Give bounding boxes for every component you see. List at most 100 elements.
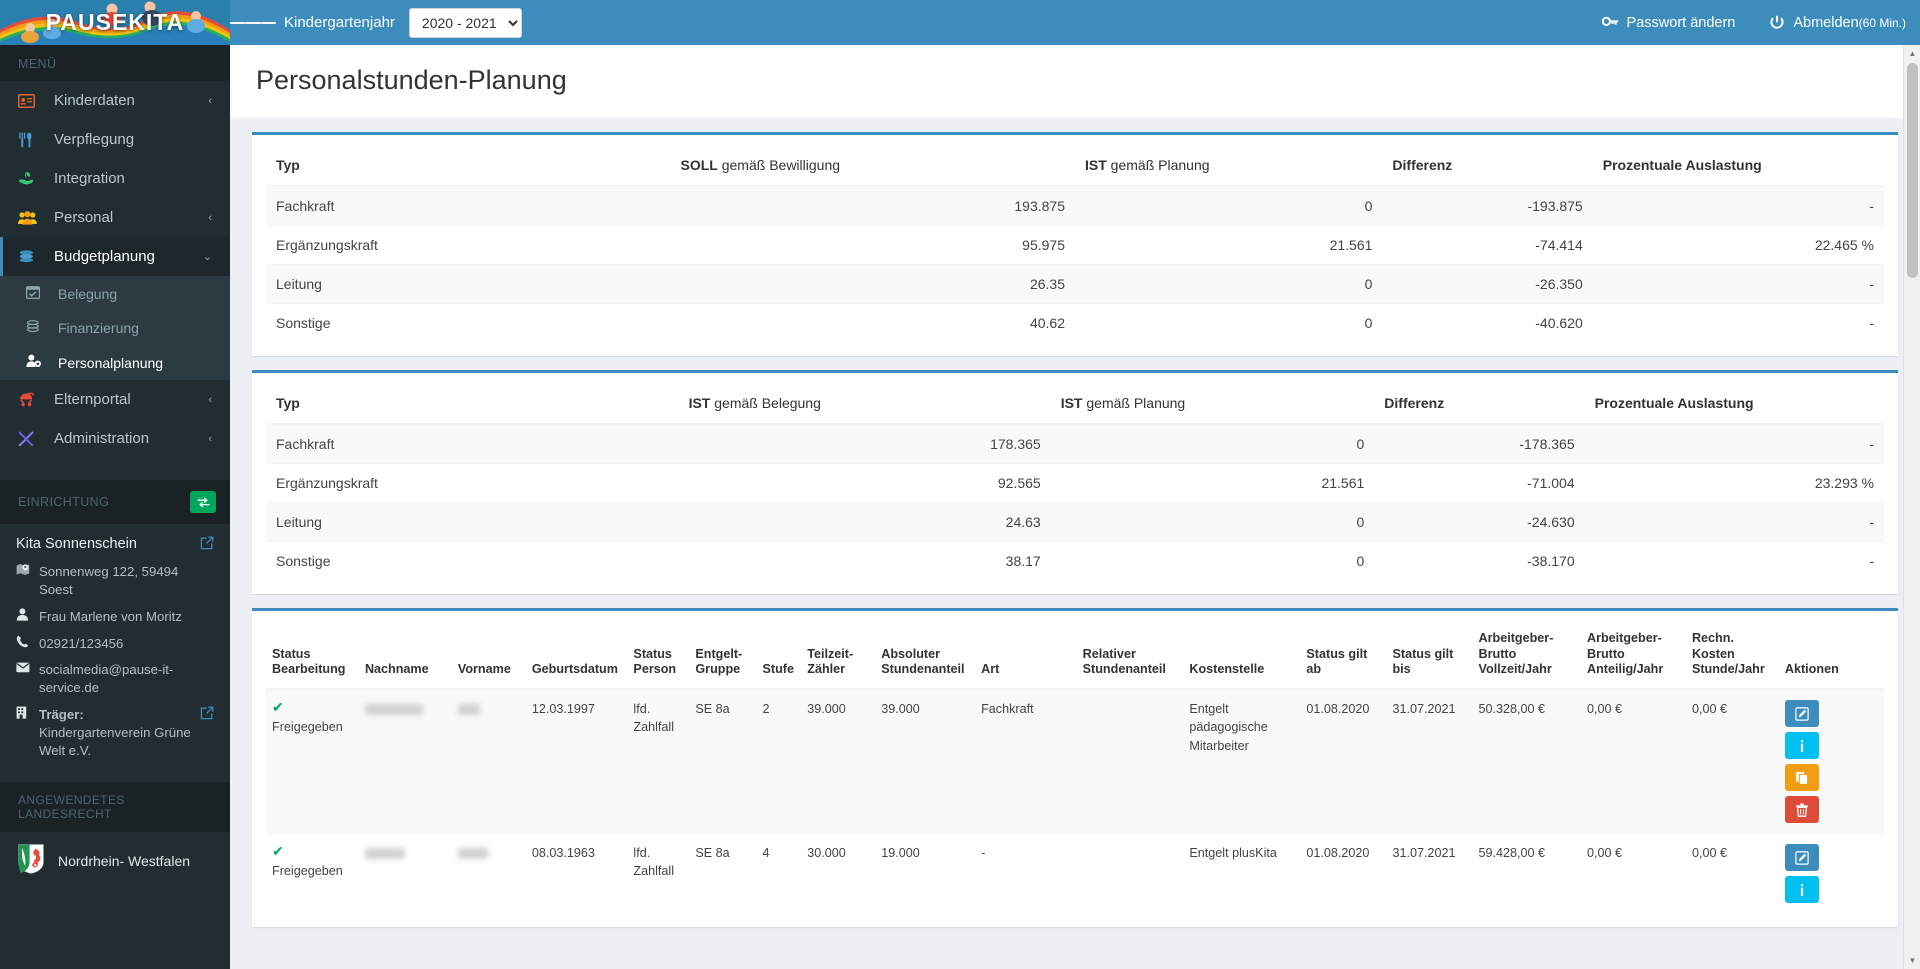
- cutlery-icon: [18, 132, 42, 148]
- table-row: Ergänzungskraft 92.565 21.561 -71.004 23…: [266, 464, 1884, 503]
- cell-status-bearbeitung: ✔ Freigegeben: [266, 689, 359, 834]
- cell-prozent: 23.293 %: [1585, 464, 1884, 503]
- scrollbar-thumb[interactable]: [1907, 63, 1918, 278]
- facility-address: Sonnenweg 122, 59494 Soest: [39, 563, 214, 599]
- col-status-gilt-bis: Status gilt bis: [1386, 621, 1472, 689]
- cell-vorname: [452, 834, 526, 914]
- facility-provider-name: Kindergartenverein Grüne Welt e.V.: [39, 725, 191, 758]
- provider-edit-link-icon[interactable]: [200, 706, 214, 725]
- cell-prozent: -: [1593, 186, 1884, 226]
- facility-provider-label: Träger:: [39, 707, 84, 722]
- kindergarten-year-select[interactable]: 2020 - 2021: [409, 8, 522, 38]
- map-marker-icon: [16, 563, 34, 581]
- table-row: ✔ Freigegeben 08.03.1963 lfd. Zahlfall S…: [266, 834, 1884, 914]
- redacted-value: [458, 848, 488, 859]
- facility-contact-row: Frau Marlene von Moritz: [16, 608, 214, 626]
- panel-bewilligung: Typ SOLL gemäß Bewilligung IST gemäß Pla…: [252, 132, 1898, 356]
- cell-planung: 21.561: [1051, 464, 1375, 503]
- panel-staff: Status Bearbeitung Nachname Vorname Gebu…: [252, 608, 1898, 927]
- cell-prozent: -: [1585, 503, 1884, 542]
- scroll-up-arrow[interactable]: ▲: [1904, 45, 1920, 62]
- sidebar-item-belegung[interactable]: Belegung: [0, 276, 230, 311]
- col-kosten-stunde: Rechn. Kosten Stunde/Jahr: [1686, 621, 1779, 689]
- sidebar-item-label: Belegung: [58, 286, 117, 302]
- table-bewilligung-body: Fachkraft 193.875 0 -193.875 - Ergänzung…: [266, 186, 1884, 342]
- table-bewilligung: Typ SOLL gemäß Bewilligung IST gemäß Pla…: [266, 145, 1884, 342]
- app-logo[interactable]: PAUSEKITA: [0, 0, 230, 45]
- panel-belegung: Typ IST gemäß Belegung IST gemäß Planung…: [252, 370, 1898, 594]
- col-soll: SOLL gemäß Bewilligung: [671, 145, 1076, 186]
- cell-kostenstelle: Entgelt plusKita: [1183, 834, 1300, 914]
- table-belegung-body: Fachkraft 178.365 0 -178.365 - Ergänzung…: [266, 424, 1884, 580]
- cell-differenz: -71.004: [1374, 464, 1584, 503]
- cell-differenz: -178.365: [1374, 424, 1584, 464]
- edit-button[interactable]: [1785, 700, 1819, 727]
- sidebar-item-administration[interactable]: Administration ‹: [0, 419, 230, 458]
- info-button[interactable]: [1785, 732, 1819, 759]
- power-off-icon: [1769, 15, 1785, 31]
- col-brutto-anteilig: Arbeitgeber-Brutto Anteilig/Jahr: [1581, 621, 1686, 689]
- cell-geburtsdatum: 08.03.1963: [526, 834, 628, 914]
- coins-icon: [18, 250, 42, 264]
- menu-toggle-button[interactable]: [230, 0, 276, 45]
- sidebar-item-integration[interactable]: Integration: [0, 159, 230, 198]
- envelope-icon: [16, 661, 34, 678]
- cell-absoluter-stundenanteil: 19.000: [875, 834, 975, 914]
- sidebar-item-personalplanung[interactable]: Personalplanung: [0, 345, 230, 380]
- sidebar-item-verpflegung[interactable]: Verpflegung: [0, 120, 230, 159]
- sidebar-item-label: Elternportal: [54, 391, 202, 408]
- change-password-link[interactable]: Passwort ändern: [1602, 15, 1736, 31]
- cell-brutto-anteilig: 0,00 €: [1581, 834, 1686, 914]
- hand-leaf-icon: [18, 171, 42, 186]
- delete-button[interactable]: [1785, 796, 1819, 823]
- cell-differenz: -193.875: [1382, 186, 1592, 226]
- pencil-square-icon: [1795, 707, 1809, 721]
- chevron-left-icon: ‹: [208, 433, 212, 445]
- logout-link[interactable]: Abmelden(60 Min.): [1769, 15, 1906, 31]
- table-header-row: Typ SOLL gemäß Bewilligung IST gemäß Pla…: [266, 145, 1884, 186]
- table-row: Sonstige 38.17 0 -38.170 -: [266, 542, 1884, 581]
- status-label: Freigegeben: [272, 862, 353, 880]
- cell-ist: 0: [1075, 265, 1382, 304]
- cell-brutto-anteilig: 0,00 €: [1581, 689, 1686, 834]
- col-teilzeitzaehler: Teilzeit-Zähler: [801, 621, 875, 689]
- page-title: Personalstunden-Planung: [256, 65, 1894, 96]
- facility-edit-link-icon[interactable]: [200, 536, 214, 553]
- sidebar-item-kinderdaten[interactable]: Kinderdaten ‹: [0, 81, 230, 120]
- sidebar-item-personal[interactable]: Personal ‹: [0, 198, 230, 237]
- col-planung: IST gemäß Planung: [1051, 383, 1375, 424]
- check-icon: ✔: [272, 700, 353, 715]
- row-actions: [1785, 844, 1878, 903]
- calendar-check-icon: [26, 285, 48, 302]
- table-staff-head: Status Bearbeitung Nachname Vorname Gebu…: [266, 621, 1884, 689]
- copy-button[interactable]: [1785, 764, 1819, 791]
- swap-facility-button[interactable]: [190, 491, 216, 513]
- cell-nachname: [359, 689, 452, 834]
- sidebar-item-finanzierung[interactable]: Finanzierung: [0, 311, 230, 345]
- edit-button[interactable]: [1785, 844, 1819, 871]
- col-typ: Typ: [266, 383, 679, 424]
- col-typ: Typ: [266, 145, 671, 186]
- cell-geburtsdatum: 12.03.1997: [526, 689, 628, 834]
- col-relativer-stundenanteil: Relativer Stundenanteil: [1077, 621, 1184, 689]
- tools-icon: [18, 431, 42, 446]
- cell-vorname: [452, 689, 526, 834]
- cell-art: -: [975, 834, 1077, 914]
- info-button[interactable]: [1785, 876, 1819, 903]
- facility-provider: Träger: Kindergartenverein Grüne Welt e.…: [39, 706, 194, 759]
- sidebar-item-elternportal[interactable]: Elternportal ‹: [0, 380, 230, 419]
- main-region: Kindergartenjahr 2020 - 2021 Passwort än…: [230, 0, 1920, 969]
- swap-icon: [197, 497, 210, 508]
- sidebar-item-label: Personalplanung: [58, 355, 163, 371]
- chevron-down-icon: ⌄: [203, 250, 212, 263]
- sidebar-item-budgetplanung[interactable]: Budgetplanung ⌄: [0, 237, 230, 276]
- cell-ist: 21.561: [1075, 226, 1382, 265]
- copy-icon: [1795, 771, 1809, 785]
- page-scrollbar[interactable]: ▲ ▼: [1903, 45, 1920, 969]
- cell-belegung: 178.365: [679, 424, 1051, 464]
- cell-typ: Fachkraft: [266, 186, 671, 226]
- top-navbar: Kindergartenjahr 2020 - 2021 Passwort än…: [230, 0, 1920, 45]
- scroll-down-arrow[interactable]: ▼: [1904, 952, 1920, 969]
- cell-soll: 193.875: [671, 186, 1076, 226]
- col-stufe: Stufe: [757, 621, 802, 689]
